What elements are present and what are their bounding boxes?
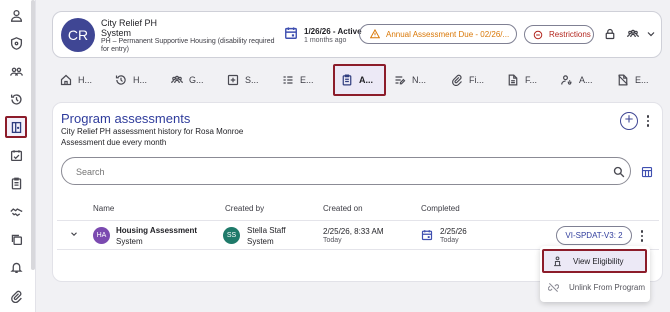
tab-assignments[interactable]: A... bbox=[561, 64, 593, 96]
tab-files[interactable]: Fi... bbox=[451, 64, 484, 96]
created-on-value: 2/25/26, 8:33 AM bbox=[323, 227, 384, 236]
header-divider bbox=[57, 220, 659, 221]
no-entry-icon bbox=[533, 30, 543, 39]
score-badge-button[interactable]: VI-SPDAT-V3: 2 bbox=[556, 226, 632, 245]
row-more-icon[interactable] bbox=[638, 229, 646, 243]
assessment-name: Housing Assessment bbox=[116, 226, 198, 235]
unlink-program-menu-item[interactable]: Unlink From Program bbox=[540, 274, 650, 300]
people-icon[interactable] bbox=[5, 60, 27, 82]
enrollment-ago: 1 months ago bbox=[304, 37, 347, 44]
group-icon bbox=[171, 75, 183, 84]
creator-name: Stella Staff bbox=[247, 226, 286, 235]
person-icon[interactable] bbox=[5, 4, 27, 26]
card-more-icon[interactable] bbox=[644, 114, 652, 128]
tab-exits[interactable]: E... bbox=[617, 64, 649, 96]
assessment-icon bbox=[342, 74, 352, 86]
warning-icon bbox=[370, 29, 380, 39]
chevron-down-icon[interactable] bbox=[643, 26, 659, 42]
program-name: PH – Permanent Supportive Housing (disab… bbox=[101, 38, 275, 53]
lock-icon[interactable] bbox=[602, 26, 618, 42]
assessment-avatar: HA bbox=[93, 227, 110, 244]
no-file-icon bbox=[618, 74, 628, 86]
sidebar-scrollbar[interactable] bbox=[31, 0, 35, 270]
handshake-icon[interactable] bbox=[5, 200, 27, 222]
expand-row-chevron-icon[interactable] bbox=[69, 229, 79, 239]
file-icon bbox=[508, 74, 518, 86]
restrictions-button[interactable]: Restrictions bbox=[524, 25, 594, 44]
created-on-relative: Today bbox=[323, 237, 342, 244]
page-subtitle: City Relief PH assessment history for Ro… bbox=[61, 127, 244, 136]
paperclip-icon[interactable] bbox=[5, 285, 27, 307]
completed-relative: Today bbox=[440, 237, 459, 244]
person-gear-icon bbox=[561, 75, 572, 85]
calendar-icon bbox=[284, 26, 298, 40]
section-tabs: H... H... G... S... E... A... N... Fi...… bbox=[52, 64, 664, 96]
search-icon[interactable] bbox=[613, 166, 625, 178]
client-subtitle: System bbox=[101, 28, 132, 38]
completed-value: 2/25/26 bbox=[440, 227, 467, 236]
clipboard-icon[interactable] bbox=[5, 172, 27, 194]
tab-history[interactable]: H... bbox=[115, 64, 147, 96]
assessment-source: System bbox=[116, 237, 143, 246]
enrollment-status: 1/26/26 - Active bbox=[304, 27, 362, 36]
search-bar[interactable] bbox=[61, 157, 631, 185]
tab-home[interactable]: H... bbox=[60, 64, 92, 96]
unlink-program-label: Unlink From Program bbox=[569, 282, 646, 292]
household-icon[interactable] bbox=[625, 26, 641, 42]
view-eligibility-label: View Eligibility bbox=[573, 256, 624, 266]
client-avatar[interactable]: CR bbox=[61, 18, 95, 52]
page-title: Program assessments bbox=[61, 111, 191, 126]
columns-icon[interactable] bbox=[641, 166, 655, 180]
tab-enrollment[interactable]: E... bbox=[282, 64, 314, 96]
history-icon bbox=[115, 75, 126, 85]
column-header-created-by[interactable]: Created by bbox=[225, 204, 264, 213]
copy-icon[interactable] bbox=[5, 228, 27, 250]
shield-icon[interactable] bbox=[5, 32, 27, 54]
bell-icon[interactable] bbox=[5, 256, 27, 278]
view-eligibility-menu-item[interactable]: View Eligibility bbox=[542, 249, 647, 273]
assessment-due-text: Assessment due every month bbox=[61, 138, 167, 147]
tab-assessments[interactable]: A... bbox=[333, 64, 386, 96]
client-header-card: CR City Relief PH System PH – Permanent … bbox=[52, 11, 662, 58]
history-icon[interactable] bbox=[5, 88, 27, 110]
column-header-created-on[interactable]: Created on bbox=[323, 204, 363, 213]
program-door-icon[interactable] bbox=[5, 116, 27, 138]
attach-icon bbox=[452, 74, 462, 86]
tab-group[interactable]: G... bbox=[171, 64, 204, 96]
search-input[interactable] bbox=[76, 164, 576, 180]
assessment-due-label: Annual Assessment Due - 02/26/... bbox=[386, 29, 510, 39]
row-actions-menu: View Eligibility Unlink From Program bbox=[540, 246, 650, 302]
creator-avatar: SS bbox=[223, 227, 240, 244]
restrictions-label: Restrictions bbox=[549, 30, 591, 39]
list-icon bbox=[283, 76, 293, 84]
creator-org: System bbox=[247, 237, 274, 246]
home-icon bbox=[60, 74, 72, 86]
tab-services[interactable]: S... bbox=[227, 64, 259, 96]
plus-square-icon bbox=[227, 74, 239, 86]
tab-notes[interactable]: N... bbox=[394, 64, 426, 96]
unlink-icon bbox=[548, 282, 559, 292]
calendar-icon bbox=[421, 229, 433, 241]
assessment-due-button[interactable]: Annual Assessment Due - 02/26/... bbox=[359, 24, 517, 44]
tab-forms[interactable]: F... bbox=[507, 64, 537, 96]
left-sidebar bbox=[0, 0, 36, 312]
column-header-name[interactable]: Name bbox=[93, 204, 114, 213]
client-name: City Relief PH bbox=[101, 18, 158, 28]
column-header-completed[interactable]: Completed bbox=[421, 204, 460, 213]
notes-icon bbox=[395, 76, 406, 85]
calendar-check-icon[interactable] bbox=[5, 144, 27, 166]
add-assessment-button[interactable]: + bbox=[620, 112, 638, 130]
person-stand-icon bbox=[554, 256, 561, 266]
